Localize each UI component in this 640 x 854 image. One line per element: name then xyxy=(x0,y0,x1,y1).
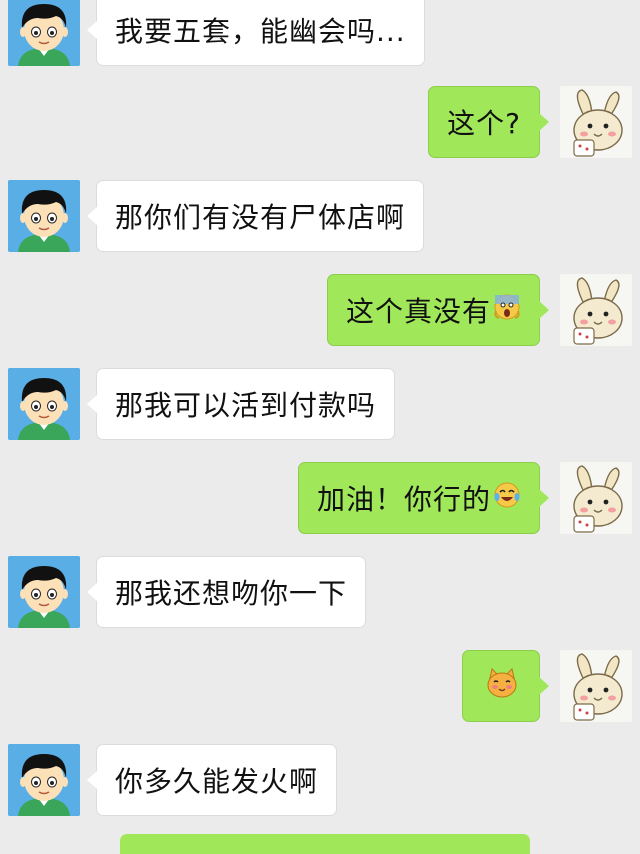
boy-avatar[interactable] xyxy=(8,368,80,440)
message-bubble[interactable]: 那我可以活到付款吗 xyxy=(86,368,396,440)
tears-of-joy-emoji-icon xyxy=(493,481,521,516)
message-text: 那你们有没有尸体店啊 xyxy=(115,201,406,234)
scream-emoji-icon xyxy=(493,293,521,328)
boy-avatar[interactable] xyxy=(8,744,80,816)
message-text: 这个? xyxy=(447,107,521,140)
partial-message-bubble[interactable] xyxy=(120,834,530,854)
message-bubble[interactable]: 加油！你行的 xyxy=(297,462,550,534)
chat-window: 我要五套，能幽会吗... 这个? 那你们有没有尸体店啊 这个真没有 那我可以活到… xyxy=(0,0,640,854)
bunny-avatar[interactable] xyxy=(560,650,632,722)
message-bubble[interactable]: 我要五套，能幽会吗... xyxy=(87,0,425,66)
boy-avatar[interactable] xyxy=(8,0,80,66)
message-bubble[interactable]: 你多久能发火啊 xyxy=(86,744,338,816)
boy-avatar[interactable] xyxy=(8,180,80,252)
message-text: 那我可以活到付款吗 xyxy=(115,389,377,422)
message-bubble[interactable]: 这个? xyxy=(428,86,549,158)
shy-cat-emoji-icon xyxy=(485,666,519,707)
bunny-avatar[interactable] xyxy=(560,462,632,534)
message-bubble[interactable]: 那你们有没有尸体店啊 xyxy=(86,180,425,252)
message-text: 这个真没有 xyxy=(345,295,491,328)
message-text: 那我还想吻你一下 xyxy=(115,577,348,610)
message-bubble[interactable] xyxy=(462,650,549,722)
message-text: 我要五套，能幽会吗... xyxy=(115,15,406,48)
message-text: 你多久能发火啊 xyxy=(115,765,319,798)
message-bubble[interactable]: 这个真没有 xyxy=(326,274,550,346)
bunny-avatar[interactable] xyxy=(560,86,632,158)
message-bubble[interactable]: 那我还想吻你一下 xyxy=(86,556,367,628)
bunny-avatar[interactable] xyxy=(560,274,632,346)
boy-avatar[interactable] xyxy=(8,556,80,628)
message-text: 加油！你行的 xyxy=(316,483,491,516)
